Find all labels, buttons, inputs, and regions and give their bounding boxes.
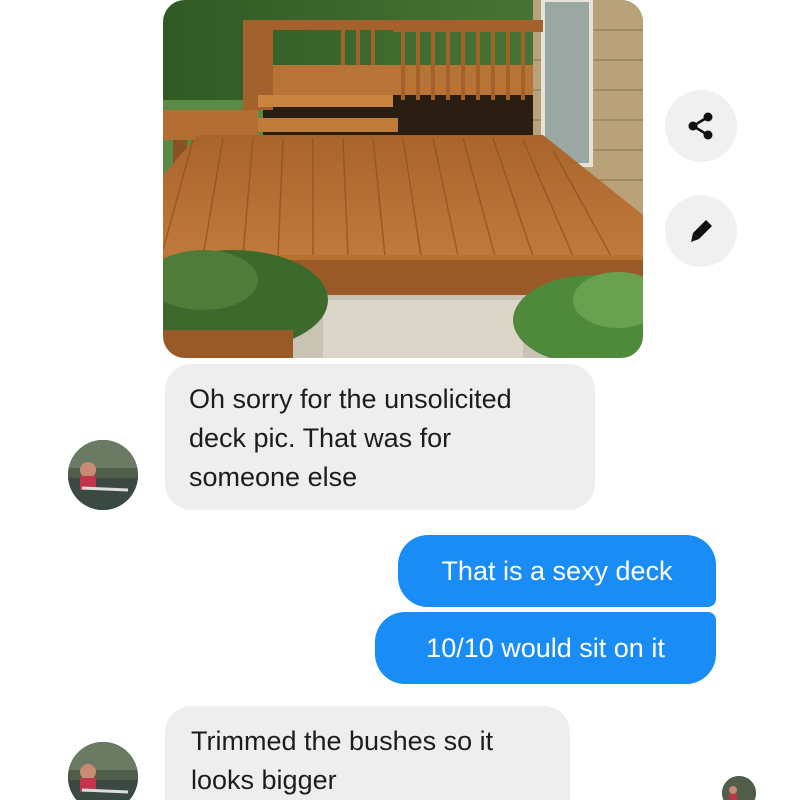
avatar-photo — [722, 776, 756, 800]
outgoing-message: That is a sexy deck — [398, 535, 716, 607]
message-line: looks bigger — [191, 765, 337, 795]
avatar[interactable] — [68, 742, 138, 800]
avatar-photo — [68, 742, 138, 800]
message-line: someone else — [189, 462, 358, 492]
edit-button[interactable] — [665, 195, 737, 267]
share-icon — [688, 112, 713, 140]
incoming-message: Trimmed the bushes so it looks bigger — [165, 706, 570, 800]
avatar[interactable] — [68, 440, 138, 510]
pencil-icon — [691, 220, 712, 242]
share-button[interactable] — [665, 90, 737, 162]
shared-deck-photo[interactable] — [163, 0, 643, 358]
message-line: Oh sorry for the unsolicited — [189, 384, 512, 414]
deck-photo-illustration — [163, 0, 643, 358]
read-receipt-avatar — [722, 776, 756, 800]
message-line: deck pic. That was for — [189, 423, 452, 453]
chat-screen: Oh sorry for the unsolicited deck pic. T… — [0, 0, 798, 800]
outgoing-message: 10/10 would sit on it — [375, 612, 716, 684]
avatar-photo — [68, 440, 138, 510]
incoming-message: Oh sorry for the unsolicited deck pic. T… — [165, 364, 595, 510]
message-line: Trimmed the bushes so it — [191, 726, 494, 756]
